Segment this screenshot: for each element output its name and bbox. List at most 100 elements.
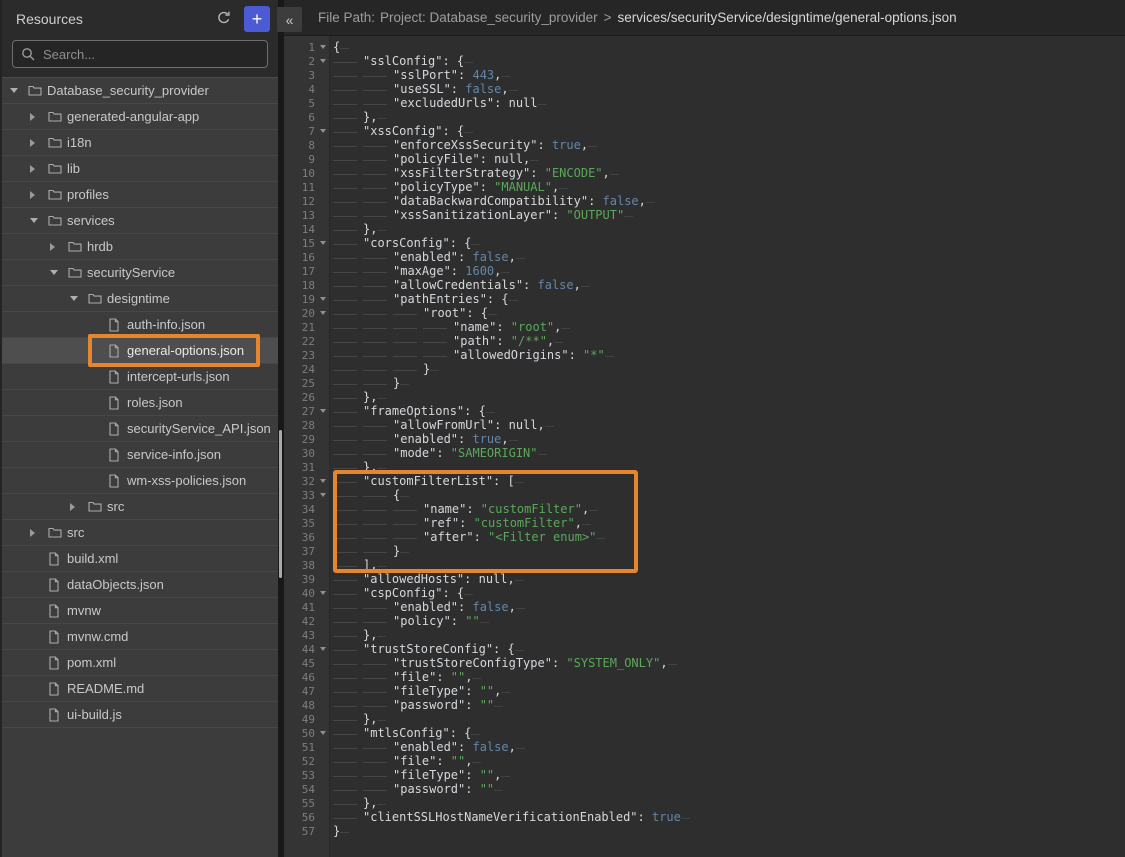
folder-icon xyxy=(48,188,66,201)
expand-arrow-icon[interactable] xyxy=(30,139,48,147)
gutter-line-11: 11 xyxy=(284,180,329,194)
fold-arrow-icon[interactable] xyxy=(320,297,326,301)
tree-item-securityService[interactable]: securityService xyxy=(2,260,278,286)
fold-arrow-icon[interactable] xyxy=(320,731,326,735)
gutter-line-20: 20 xyxy=(284,306,329,320)
fold-arrow-icon[interactable] xyxy=(320,59,326,63)
breadcrumb-file-path: services/securityService/designtime/gene… xyxy=(618,10,957,25)
collapse-panel-button[interactable]: « xyxy=(277,7,302,32)
tree-item-README.md[interactable]: README.md xyxy=(2,676,278,702)
tree-item-dataObjects.json[interactable]: dataObjects.json xyxy=(2,572,278,598)
tree-item-label: wm-xss-policies.json xyxy=(127,473,246,488)
tree-item-wm-xss-policies.json[interactable]: wm-xss-policies.json xyxy=(2,468,278,494)
code-line-54: "password": "" xyxy=(333,782,1125,796)
code-line-22: "path": "/**", xyxy=(333,334,1125,348)
fold-arrow-icon[interactable] xyxy=(320,241,326,245)
scrollbar-thumb[interactable] xyxy=(279,430,282,578)
gutter-line-17: 17 xyxy=(284,264,329,278)
refresh-button[interactable] xyxy=(212,7,236,31)
code-line-29: "enabled": true, xyxy=(333,432,1125,446)
tree-item-mvnw[interactable]: mvnw xyxy=(2,598,278,624)
code-line-15: "corsConfig": { xyxy=(333,236,1125,250)
gutter-line-5: 5 xyxy=(284,96,329,110)
gutter-line-35: 35 xyxy=(284,516,329,530)
tree-item-build.xml[interactable]: build.xml xyxy=(2,546,278,572)
expand-arrow-icon[interactable] xyxy=(30,113,48,121)
fold-arrow-icon[interactable] xyxy=(320,493,326,497)
expand-arrow-icon[interactable] xyxy=(30,191,48,199)
search-icon xyxy=(21,47,35,66)
breadcrumb-project: Project: Database_security_provider xyxy=(380,10,598,25)
file-icon xyxy=(48,604,66,618)
tree-item-i18n[interactable]: i18n xyxy=(2,130,278,156)
tree-item-label: build.xml xyxy=(67,551,118,566)
tree-item-hrdb[interactable]: hrdb xyxy=(2,234,278,260)
fold-arrow-icon[interactable] xyxy=(320,311,326,315)
collapse-arrow-icon[interactable] xyxy=(70,296,88,301)
code-line-13: "xssSanitizationLayer": "OUTPUT" xyxy=(333,208,1125,222)
gutter-line-24: 24 xyxy=(284,362,329,376)
code-line-55: }, xyxy=(333,796,1125,810)
expand-arrow-icon[interactable] xyxy=(50,243,68,251)
tree-item-src[interactable]: src xyxy=(2,520,278,546)
gutter-line-28: 28 xyxy=(284,418,329,432)
expand-arrow-icon[interactable] xyxy=(30,529,48,537)
tree-item-services[interactable]: services xyxy=(2,208,278,234)
fold-arrow-icon[interactable] xyxy=(320,409,326,413)
gutter-line-34: 34 xyxy=(284,502,329,516)
expand-arrow-icon[interactable] xyxy=(30,165,48,173)
tree-item-service-info.json[interactable]: service-info.json xyxy=(2,442,278,468)
tree-item-src[interactable]: src xyxy=(2,494,278,520)
tree-item-label: src xyxy=(67,525,84,540)
tree-item-pom.xml[interactable]: pom.xml xyxy=(2,650,278,676)
code-line-51: "enabled": false, xyxy=(333,740,1125,754)
gutter-line-8: 8 xyxy=(284,138,329,152)
tree-item-profiles[interactable]: profiles xyxy=(2,182,278,208)
code-line-10: "xssFilterStrategy": "ENCODE", xyxy=(333,166,1125,180)
code-line-47: "fileType": "", xyxy=(333,684,1125,698)
tree-item-designtime[interactable]: designtime xyxy=(2,286,278,312)
collapse-arrow-icon[interactable] xyxy=(10,88,28,93)
folder-icon xyxy=(48,136,66,149)
expand-arrow-icon[interactable] xyxy=(70,503,88,511)
code-line-41: "enabled": false, xyxy=(333,600,1125,614)
fold-arrow-icon[interactable] xyxy=(320,45,326,49)
tree-item-generated-angular-app[interactable]: generated-angular-app xyxy=(2,104,278,130)
search-input[interactable] xyxy=(12,40,268,68)
code-line-35: "ref": "customFilter", xyxy=(333,516,1125,530)
code-line-36: "after": "<Filter enum>" xyxy=(333,530,1125,544)
add-resource-button[interactable]: + xyxy=(244,6,270,32)
code-line-8: "enforceXssSecurity": true, xyxy=(333,138,1125,152)
tree-item-securityService_API.json[interactable]: securityService_API.json xyxy=(2,416,278,442)
collapse-arrow-icon[interactable] xyxy=(30,218,48,223)
tree-item-lib[interactable]: lib xyxy=(2,156,278,182)
tree-item-label: lib xyxy=(67,161,80,176)
gutter-line-25: 25 xyxy=(284,376,329,390)
tree-item-mvnw.cmd[interactable]: mvnw.cmd xyxy=(2,624,278,650)
file-path-label: File Path: xyxy=(318,10,375,25)
tree-item-label: roles.json xyxy=(127,395,183,410)
tree-item-general-options.json[interactable]: general-options.json xyxy=(2,338,278,364)
tree-item-ui-build.js[interactable]: ui-build.js xyxy=(2,702,278,728)
tree-item-label: securityService xyxy=(87,265,175,280)
file-icon xyxy=(108,370,126,384)
tree-item-auth-info.json[interactable]: auth-info.json xyxy=(2,312,278,338)
app-window: Resources + xyxy=(0,0,1125,857)
gutter-line-4: 4 xyxy=(284,82,329,96)
gutter-line-23: 23 xyxy=(284,348,329,362)
tree-item-Database_security_provider[interactable]: Database_security_provider xyxy=(2,78,278,104)
collapse-arrow-icon[interactable] xyxy=(50,270,68,275)
tree-item-label: securityService_API.json xyxy=(127,421,271,436)
gutter-line-13: 13 xyxy=(284,208,329,222)
gutter-line-2: 2 xyxy=(284,54,329,68)
tree-item-intercept-urls.json[interactable]: intercept-urls.json xyxy=(2,364,278,390)
code-line-4: "useSSL": false, xyxy=(333,82,1125,96)
code-line-52: "file": "", xyxy=(333,754,1125,768)
code-viewer[interactable]: 1234567891011121314151617181920212223242… xyxy=(284,36,1125,857)
fold-arrow-icon[interactable] xyxy=(320,647,326,651)
fold-arrow-icon[interactable] xyxy=(320,479,326,483)
fold-arrow-icon[interactable] xyxy=(320,591,326,595)
code-line-45: "trustStoreConfigType": "SYSTEM_ONLY", xyxy=(333,656,1125,670)
fold-arrow-icon[interactable] xyxy=(320,129,326,133)
tree-item-roles.json[interactable]: roles.json xyxy=(2,390,278,416)
